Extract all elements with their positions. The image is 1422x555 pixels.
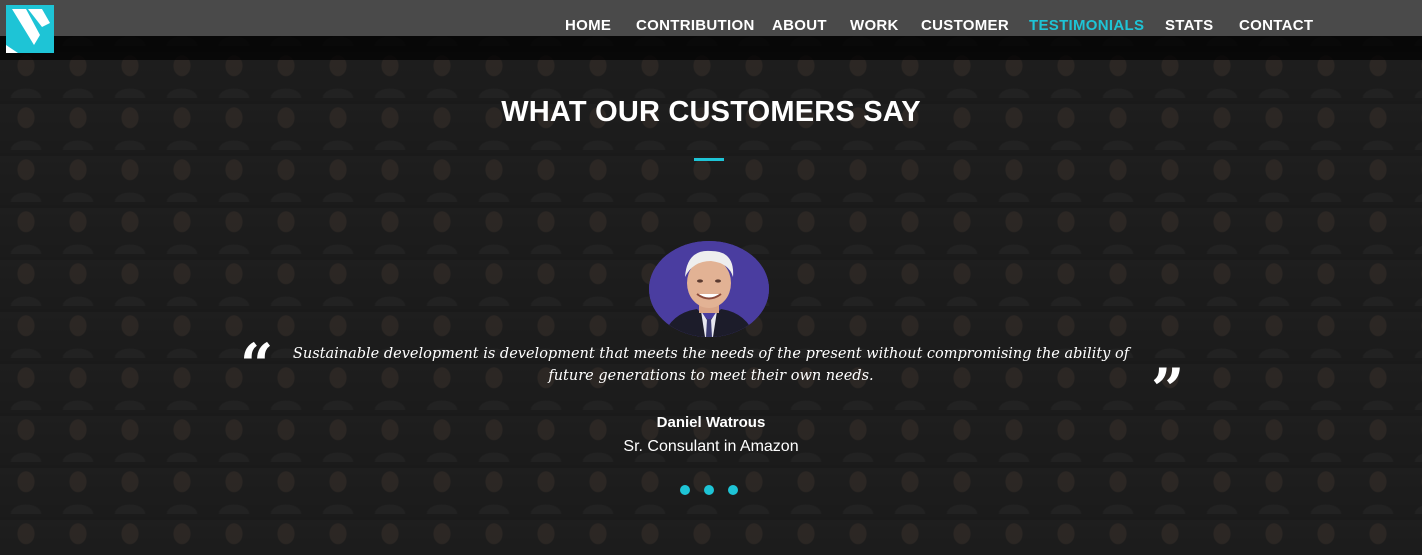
section-title: WHAT OUR CUSTOMERS SAY — [501, 96, 921, 128]
author-name: Daniel Watrous — [656, 414, 766, 431]
title-underline — [694, 158, 724, 161]
testimonial-quote: Sustainable development is development t… — [280, 343, 1142, 387]
close-quote-icon: ” — [1151, 356, 1185, 424]
nav-item-stats[interactable]: STATS — [1165, 17, 1213, 34]
open-quote-icon: “ — [240, 331, 274, 399]
nav-item-contact[interactable]: CONTACT — [1239, 17, 1313, 34]
nav-item-about[interactable]: ABOUT — [772, 17, 827, 34]
header-shadow — [0, 36, 1422, 60]
page: HOME CONTRIBUTION ABOUT WORK CUSTOMER TE… — [0, 0, 1422, 555]
carousel-dot-3[interactable] — [728, 485, 738, 495]
nav-item-work[interactable]: WORK — [850, 17, 899, 34]
main-nav: HOME CONTRIBUTION ABOUT WORK CUSTOMER TE… — [0, 17, 1422, 37]
nav-item-home[interactable]: HOME — [565, 17, 611, 34]
nav-item-contribution[interactable]: CONTRIBUTION — [636, 17, 755, 34]
avatar — [649, 241, 769, 337]
carousel-dot-1[interactable] — [680, 485, 690, 495]
author-role: Sr. Consulant in Amazon — [623, 438, 799, 455]
nav-item-testimonials[interactable]: TESTIMONIALS — [1029, 17, 1144, 34]
quote-line-1: Sustainable development is development t… — [292, 346, 1130, 362]
nav-item-customer[interactable]: CUSTOMER — [921, 17, 1009, 34]
carousel-dots — [680, 485, 742, 495]
carousel-dot-2[interactable] — [704, 485, 714, 495]
quote-line-2: future generations to meet their own nee… — [548, 368, 874, 384]
